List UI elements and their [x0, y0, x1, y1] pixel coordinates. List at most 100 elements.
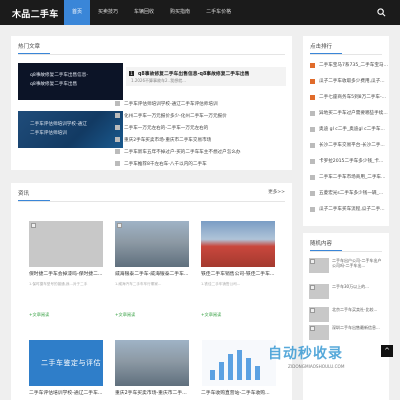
article-thumbnail[interactable] — [115, 221, 189, 267]
read-more-link[interactable]: +文章阅读 — [29, 312, 49, 318]
ranking-item-text[interactable]: 瓜子二手车收取多少费用,瓜子... — [319, 78, 385, 84]
ranking-item[interactable]: 瓜子二手车买车流程,瓜子二手... — [310, 206, 385, 212]
back-to-top-button[interactable]: ^ — [381, 345, 393, 357]
hot-list-item[interactable]: 重庆2手车买卖市场-重庆市二手车交易市场 — [115, 136, 211, 143]
ranking-item-text[interactable]: 二手车宝马7系735_二手车宝马... — [319, 62, 388, 68]
bar-graphic — [228, 354, 233, 380]
hot-list-text[interactable]: 二手车评估师培训学校-通辽二手车评估师培训 — [124, 101, 218, 107]
article-title[interactable]: 二手车收购直营站-二手车收购... — [201, 389, 277, 396]
bar-graphic — [246, 358, 251, 380]
ranking-item-text[interactable]: 瓜子二手车买车流程,瓜子二手... — [319, 206, 385, 212]
ranking-item-text[interactable]: 二手车二手车市场商用_二手车... — [319, 174, 385, 180]
random-thumbnail[interactable] — [309, 284, 329, 299]
ranking-item-text[interactable]: 长沙二手车交易平台-长沙二手... — [319, 142, 385, 148]
read-more-link[interactable]: +文章阅读 — [201, 312, 221, 318]
ranking-item[interactable]: 异地买二手车过户需要哪些手续... — [310, 110, 388, 116]
watermark-subtitle: ZIDONGMIAOSHOULU.COM — [288, 364, 345, 369]
banner-text: 二手车鉴定与评估 — [41, 359, 101, 367]
more-link[interactable]: 更多>> — [268, 189, 285, 195]
rank-badge — [310, 174, 315, 180]
ranking-title: 点击排行 — [310, 44, 333, 50]
article-title[interactable]: 威海银泰二手车-威海银泰二手车... — [115, 270, 191, 277]
articles-title: 资讯 — [18, 191, 30, 197]
random-thumbnail[interactable] — [309, 258, 329, 273]
featured-hot-article[interactable]: 1 q8事故修复二手车出售信息-q8事故修复二手车出售 1.2026不算事故车2… — [126, 67, 286, 86]
rank-badge — [115, 161, 120, 166]
article-title[interactable]: 重庆2手车买卖市场-重庆市二手... — [115, 389, 191, 396]
hot-list-item[interactable]: 化州二手车一万元报价多少-化州二手车一万元报价 — [115, 112, 227, 119]
random-title: 随机内容 — [310, 241, 333, 247]
broken-image-icon — [310, 285, 315, 290]
article-thumbnail[interactable] — [29, 221, 103, 267]
top-navbar: 木品二手车 首页 买卖技巧 车辆回收 购买指南 二手车价格 — [0, 0, 400, 25]
ranking-item[interactable]: 二手七座商务车5到8万二手车-... — [310, 94, 386, 100]
article-title[interactable]: 铁佳二手车销售公司-铁佳二手车... — [201, 270, 277, 277]
ranking-item[interactable]: 卡罗拉2015二手车多少钱_卡... — [310, 158, 383, 164]
divider — [18, 201, 285, 202]
ranking-item[interactable]: 二手车二手车市场商用_二手车... — [310, 174, 385, 180]
random-thumbnail[interactable] — [309, 307, 329, 322]
broken-image-icon — [117, 223, 122, 228]
hot-list-text[interactable]: 二手车一万元左右的-二手车一万元左右的 — [124, 125, 208, 131]
broken-image-icon — [310, 326, 315, 331]
article-thumbnail[interactable] — [115, 340, 189, 386]
hot-list-item[interactable]: 二手车新车五年不掉过户-买的二手车车主不想过户怎么办 — [115, 148, 241, 155]
site-logo[interactable]: 木品二手车 — [12, 7, 59, 20]
rank-badge — [115, 101, 120, 106]
hot-list-item[interactable]: 二手车推荐8千左右车-八千以内的二手车 — [115, 160, 207, 167]
hot-list-item[interactable]: 二手车一万元左右的-二手车一万元左右的 — [115, 124, 208, 131]
search-icon[interactable] — [377, 8, 386, 17]
hot-article-image-1[interactable]: q8事故修复二手车出售信息- q8事故修复二手车出售 — [18, 63, 123, 100]
hot-article-image-2[interactable]: 二手车评估师培训学校-通辽 二手车评估师培训 — [18, 111, 123, 148]
hot-list-text[interactable]: 重庆2手车买卖市场-重庆市二手车交易市场 — [124, 137, 211, 143]
watermark: 自动秒收录 ZIDONGMIAOSHOULU.COM — [266, 340, 396, 382]
ranking-item[interactable]: 五菱宏光s二手车多少钱一辆_... — [310, 190, 383, 196]
nav-item-home[interactable]: 首页 — [64, 0, 91, 25]
ranking-item-text[interactable]: 卡罗拉2015二手车多少钱_卡... — [319, 158, 383, 164]
broken-image-icon — [310, 308, 315, 313]
rank-badge — [310, 158, 315, 164]
rank-badge — [310, 62, 315, 68]
nav-item-guide[interactable]: 购买指南 — [162, 0, 198, 25]
random-item[interactable]: 二手车30万以上的... — [332, 284, 384, 289]
ranking-item[interactable]: 奥迪 gl c二手_奥迪gl c二手车... — [310, 126, 385, 132]
random-item[interactable]: 二手车出户公司-二手车出户公司吗-二手车出... — [332, 258, 384, 268]
rank-badge — [115, 149, 120, 154]
ranking-item[interactable]: 二手车宝马7系735_二手车宝马... — [310, 62, 388, 68]
ranking-item-text[interactable]: 异地买二手车过户需要哪些手续... — [319, 110, 388, 116]
ranking-item[interactable]: 长沙二手车交易平台-长沙二手... — [310, 142, 385, 148]
hot-image-caption: 二手车评估师培训 — [30, 131, 67, 136]
hot-list-text[interactable]: 化州二手车一万元报价多少-化州二手车一万元报价 — [124, 113, 227, 119]
ranking-item-text[interactable]: 二手七座商务车5到8万二手车-... — [319, 94, 386, 100]
article-thumbnail[interactable]: 二手车鉴定与评估 — [29, 340, 103, 386]
hot-articles-title: 热门文章 — [18, 44, 41, 50]
nav-item-price[interactable]: 二手车价格 — [198, 0, 239, 25]
nav-item-tips[interactable]: 买卖技巧 — [90, 0, 126, 25]
divider — [310, 54, 382, 55]
read-more-link[interactable]: +文章阅读 — [115, 312, 135, 318]
random-thumbnail[interactable] — [309, 325, 329, 340]
ranking-item[interactable]: 瓜子二手车收取多少费用,瓜子... — [310, 78, 385, 84]
broken-image-icon — [31, 223, 36, 228]
watermark-logo: 自动秒收录 — [268, 346, 343, 362]
hot-list-text[interactable]: 二手车新车五年不掉过户-买的二手车车主不想过户怎么办 — [124, 149, 241, 155]
article-thumbnail[interactable] — [202, 340, 276, 386]
rank-badge — [115, 125, 120, 130]
article-title[interactable]: 二手车评估培训学校-通辽二手车... — [29, 389, 105, 396]
article-title[interactable]: 保时捷二手车会掉漆吗-保时捷二... — [29, 270, 105, 277]
article-desc: 1.威海汽车二手车车行哪家... — [115, 282, 162, 286]
ranking-item-text[interactable]: 奥迪 gl c二手_奥迪gl c二手车... — [319, 126, 385, 132]
ranking-panel: 点击排行 二手车宝马7系735_二手车宝马... 瓜子二手车收取多少费用,瓜子.… — [303, 36, 389, 226]
nav-item-recycle[interactable]: 车辆回收 — [126, 0, 162, 25]
bar-graphic — [237, 350, 242, 380]
bar-graphic — [210, 370, 215, 380]
article-thumbnail[interactable] — [201, 221, 275, 267]
random-item[interactable]: 北京二手车买卖社-比较... — [332, 307, 384, 312]
hot-list-item[interactable]: 二手车评估师培训学校-通辽二手车评估师培训 — [115, 100, 218, 107]
article-desc: 1.保时捷车型号的普通,我...对于二手 — [29, 282, 88, 286]
random-item[interactable]: 深圳二手车出售最新信息... — [332, 325, 384, 330]
ranking-item-text[interactable]: 五菱宏光s二手车多少钱一辆_... — [319, 190, 383, 196]
hot-list-text[interactable]: 二手车推荐8千左右车-八千以内的二手车 — [124, 161, 207, 167]
bar-graphic — [255, 366, 260, 380]
featured-title[interactable]: q8事故修复二手车出售信息-q8事故修复二手车出售 — [138, 70, 249, 77]
